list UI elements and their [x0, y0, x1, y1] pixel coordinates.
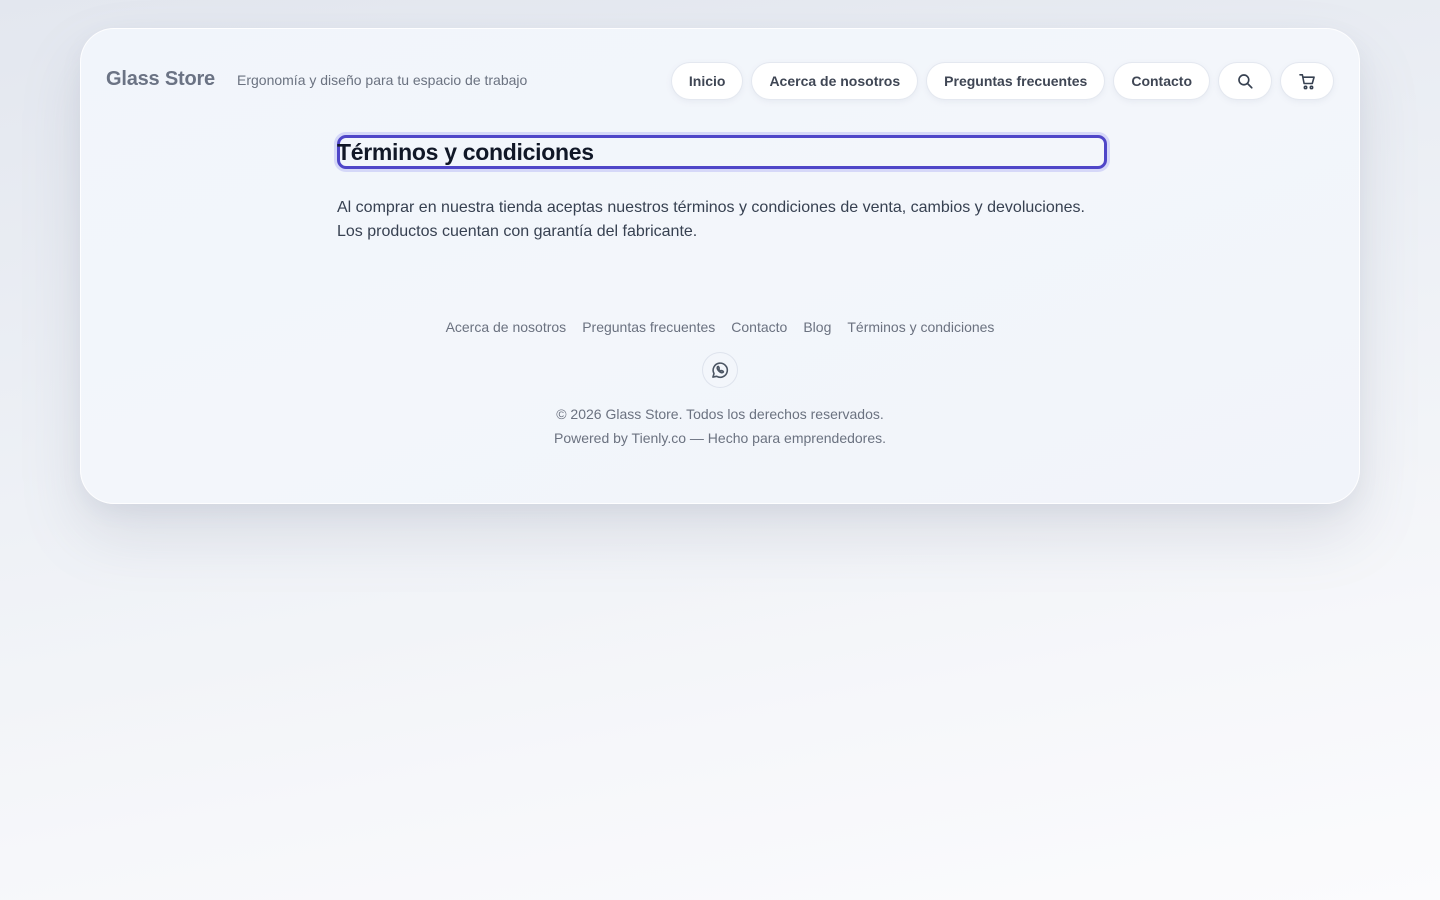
terms-text: Al comprar en nuestra tienda aceptas nue…	[337, 196, 1127, 244]
nav-preguntas-frecuentes[interactable]: Preguntas frecuentes	[926, 62, 1106, 100]
search-icon	[1238, 74, 1253, 89]
nav-contacto[interactable]: Contacto	[1113, 62, 1210, 100]
terms-text-line-2: Los productos cuentan con garantía del f…	[337, 223, 698, 240]
copyright-text: © 2026 Glass Store. Todos los derechos r…	[556, 406, 884, 422]
terms-text-line-1: Al comprar en nuestra tienda aceptas nue…	[337, 199, 1085, 216]
whatsapp-icon	[712, 362, 729, 379]
main-card: Glass Store Ergonomía y diseño para tu e…	[80, 28, 1360, 504]
footer-link-acerca-de-nosotros[interactable]: Acerca de nosotros	[446, 319, 567, 335]
site-header: Glass Store Ergonomía y diseño para tu e…	[81, 29, 1359, 133]
brand-logo[interactable]: Glass Store	[106, 68, 215, 91]
page-title-focus-outline[interactable]: Términos y condiciones	[337, 135, 1107, 169]
nav-acerca-de-nosotros[interactable]: Acerca de nosotros	[751, 62, 919, 100]
nav-inicio[interactable]: Inicio	[670, 62, 744, 100]
brand-tagline: Ergonomía y diseño para tu espacio de tr…	[237, 72, 528, 88]
powered-by-text: Powered by Tienly.co — Hecho para empren…	[553, 430, 887, 446]
main-nav: Inicio Acerca de nosotros Preguntas frec…	[670, 62, 1334, 100]
site-footer: Acerca de nosotros Preguntas frecuentes …	[81, 319, 1359, 450]
page-content: Términos y condiciones Al comprar en nue…	[337, 135, 1107, 244]
footer-link-terminos[interactable]: Términos y condiciones	[847, 319, 994, 335]
footer-links: Acerca de nosotros Preguntas frecuentes …	[81, 319, 1359, 335]
footer-link-contacto[interactable]: Contacto	[731, 319, 787, 335]
whatsapp-button[interactable]	[702, 352, 738, 388]
footer-link-blog[interactable]: Blog	[803, 319, 831, 335]
cart-button[interactable]	[1280, 62, 1334, 100]
footer-link-preguntas-frecuentes[interactable]: Preguntas frecuentes	[582, 319, 715, 335]
footer-copyright: © 2026 Glass Store. Todos los derechos r…	[81, 402, 1359, 450]
search-button[interactable]	[1218, 62, 1272, 100]
page-title: Términos y condiciones	[337, 138, 594, 165]
cart-icon	[1298, 73, 1315, 89]
